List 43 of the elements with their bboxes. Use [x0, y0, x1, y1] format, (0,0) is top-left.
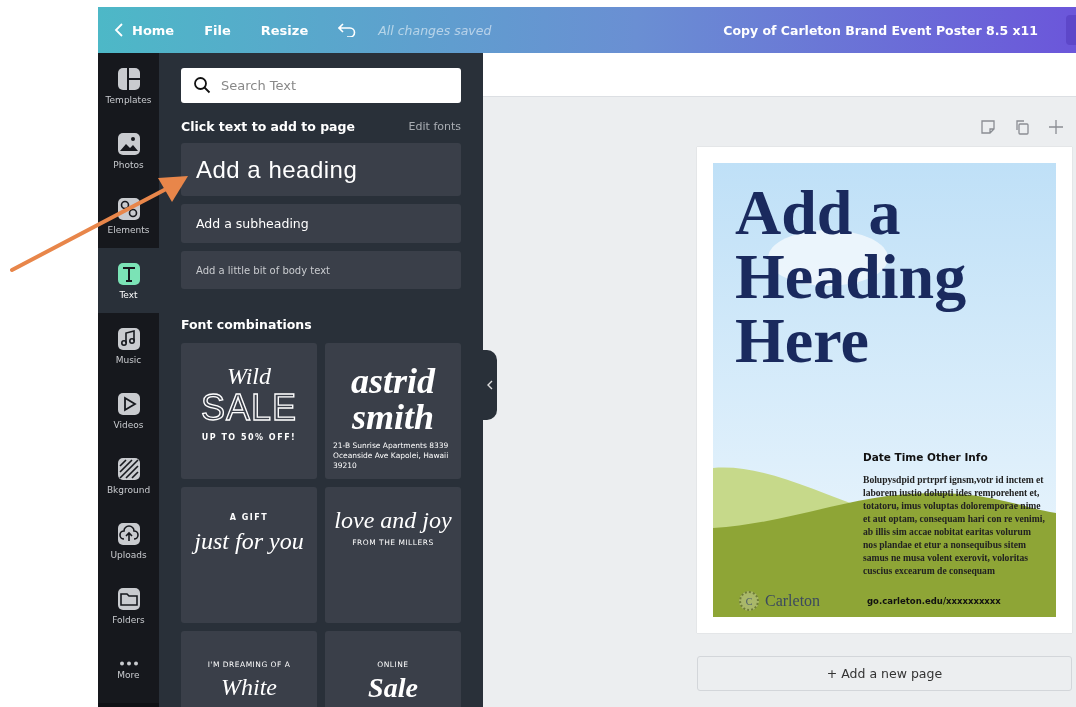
text-preset[interactable]: Add a subheading [181, 204, 461, 243]
plus-icon[interactable] [1048, 119, 1064, 135]
note-icon[interactable] [980, 119, 996, 135]
text-icon [116, 261, 141, 286]
dots-icon [119, 661, 138, 666]
add-page-button[interactable]: + Add a new page [697, 656, 1072, 691]
cloud-upload-icon [116, 521, 141, 546]
sidebar-item[interactable]: Videos [98, 378, 159, 443]
play-icon [116, 391, 141, 416]
text-preset[interactable]: Add a heading [181, 143, 461, 196]
collapse-panel-button[interactable] [483, 350, 497, 420]
document-title[interactable]: Copy of Carleton Brand Event Poster 8.5 x11 [723, 22, 1038, 38]
text-preset[interactable]: Add a little bit of body text [181, 251, 461, 289]
logo-wordmark: Carleton [765, 592, 821, 610]
font-combination-card[interactable]: A GIFT just for you [181, 487, 317, 623]
sidebar-item[interactable]: Text [98, 248, 159, 313]
undo-icon[interactable] [338, 23, 357, 37]
event-url[interactable]: go.carleton.edu/xxxxxxxxxx [867, 596, 1001, 606]
sidebar-item[interactable]: Music [98, 313, 159, 378]
chevron-left-icon [487, 380, 493, 390]
edit-fonts-link[interactable]: Edit fonts [408, 120, 461, 133]
sidebar-item[interactable]: Folders [98, 573, 159, 638]
image-icon [116, 131, 141, 156]
folder-icon [116, 586, 141, 611]
chevron-left-icon [114, 23, 124, 37]
search-icon [193, 76, 211, 94]
search-field[interactable]: Search Text [181, 68, 461, 103]
poster-heading[interactable]: Add a Heading Here [735, 181, 1056, 373]
sidebar-item[interactable]: Uploads [98, 508, 159, 573]
sidebar-item[interactable]: Bkground [98, 443, 159, 508]
sidebar-item[interactable]: Elements [98, 183, 159, 248]
font-combination-card[interactable]: Wild SALE UP TO 50% OFF! [181, 343, 317, 479]
stripes-icon [116, 456, 141, 481]
event-info-title[interactable]: Date Time Other Info [863, 451, 1045, 463]
sidebar-item[interactable]: Templates [98, 53, 159, 118]
templates-icon [116, 66, 141, 91]
copy-icon[interactable] [1014, 119, 1030, 135]
save-status: All changes saved [378, 22, 492, 38]
sidebar-item[interactable]: More [98, 638, 159, 703]
sidebar-item[interactable]: Photos [98, 118, 159, 183]
music-note-icon [116, 326, 141, 351]
section-title: Font combinations [181, 317, 313, 332]
section-title: Click text to add to page [181, 119, 355, 134]
